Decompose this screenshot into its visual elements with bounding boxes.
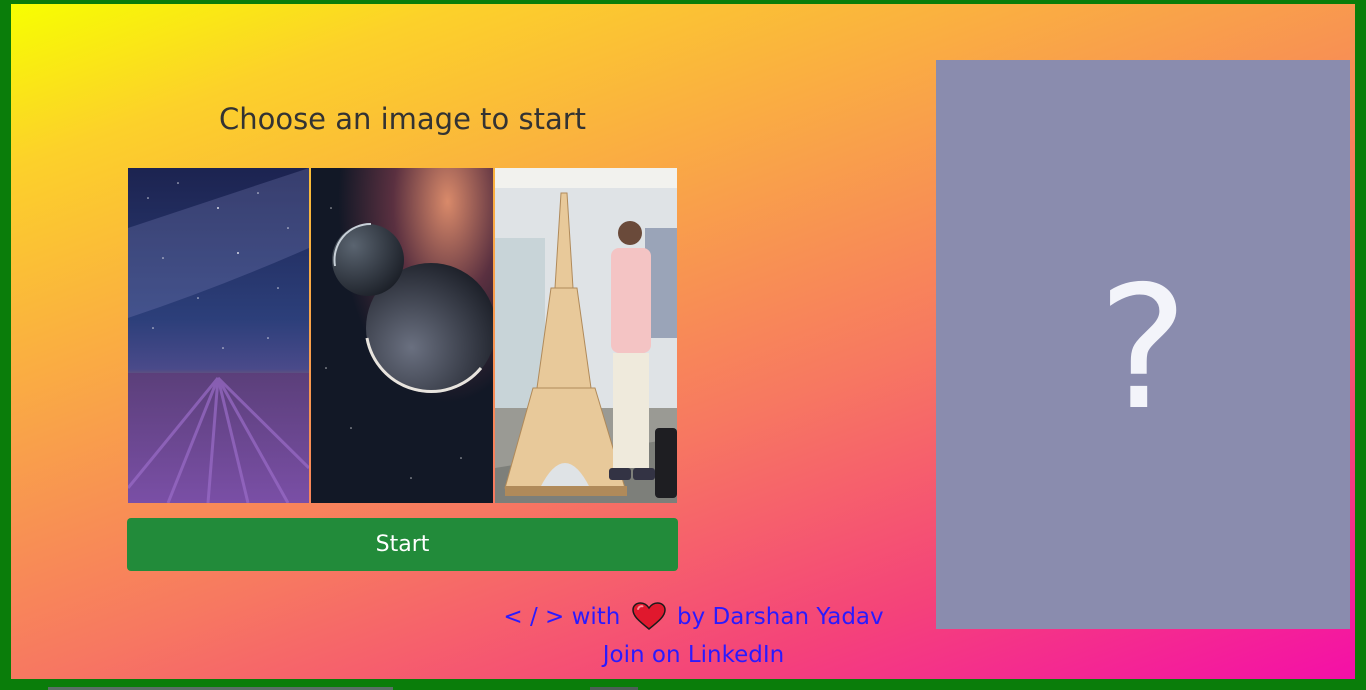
preview-panel: ? (936, 60, 1350, 629)
credit-line: < / > with by Darshan Yadav (481, 602, 906, 630)
image-option-eiffel[interactable] (495, 168, 677, 503)
credit-prefix: < / > with (503, 604, 621, 630)
linkedin-link[interactable]: Join on LinkedIn (481, 642, 906, 668)
image-option-lavender[interactable] (128, 168, 309, 503)
credit-suffix: by Darshan Yadav (677, 604, 884, 630)
page-title: Choose an image to start (218, 102, 587, 136)
start-button[interactable]: Start (127, 518, 678, 571)
heart-icon (631, 602, 666, 630)
image-option-planets[interactable] (311, 168, 493, 503)
app-frame: Choose an image to start Start < / > wit… (0, 0, 1366, 690)
image-gallery (128, 168, 677, 503)
question-mark-icon: ? (1097, 249, 1189, 448)
